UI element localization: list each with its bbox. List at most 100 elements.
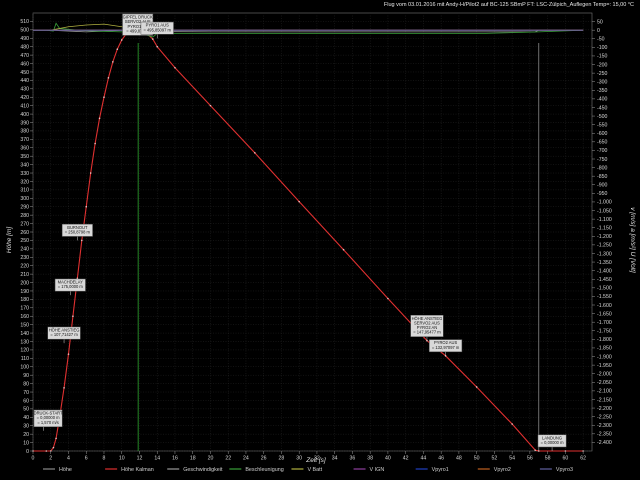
y-right-tick-label: -1.050: [597, 208, 612, 214]
y-right-tick-label: -1.200: [597, 234, 612, 240]
y-left-tick-label: 360: [20, 146, 29, 152]
x-tick-label: 8: [103, 456, 106, 462]
y-right-tick-label: -1.250: [597, 243, 612, 249]
y-right-tick-label: -50: [597, 37, 605, 43]
x-tick-label: 46: [438, 456, 444, 462]
y-left-tick-label: 470: [20, 53, 29, 59]
y-right-tick-label: -550: [597, 122, 607, 128]
y-left-tick-label: 0: [26, 449, 29, 455]
y-right-tick-label: -450: [597, 105, 607, 111]
x-tick-label: 60: [562, 456, 568, 462]
data-point: [116, 48, 119, 51]
data-point: [112, 61, 114, 63]
x-tick-label: 24: [243, 456, 249, 462]
y-left-tick-label: 320: [20, 179, 29, 185]
x-tick-label: 42: [403, 456, 409, 462]
legend-item[interactable]: Höhe Kalman: [105, 467, 154, 473]
y-left-tick-label: 110: [21, 356, 29, 362]
legend-item[interactable]: V IGN: [353, 467, 385, 473]
y-right-tick-label: -1.350: [597, 260, 612, 266]
y-right-tick-label: -600: [597, 131, 607, 137]
data-point: [209, 104, 212, 107]
grid: [32, 12, 593, 452]
y-right-tick-label: -150: [597, 54, 607, 60]
legend-label: Beschleunigung: [245, 467, 283, 473]
legend-item[interactable]: Beschleunigung: [229, 467, 284, 473]
chart-window: Flug vom 03.01.2016 mit Andy-H/Pilot2 au…: [0, 0, 640, 480]
y-left-tick-label: 430: [20, 87, 29, 93]
y-left-tick-label: 420: [20, 95, 29, 101]
y-left-tick-label: 150: [20, 322, 29, 328]
legend-item[interactable]: V Batt: [291, 467, 323, 473]
y-left-tick-label: 140: [20, 331, 29, 337]
legend-label: Vpyro3: [556, 467, 573, 473]
y-axis-label-right: v [m/s] a [m/s²] U [Volt]: [629, 207, 636, 273]
data-point: [537, 450, 540, 452]
x-tick-label: 44: [421, 456, 427, 462]
y-left-tick-label: 290: [20, 205, 29, 211]
legend-item[interactable]: Höhe: [43, 467, 72, 473]
data-point: [475, 386, 478, 388]
y-right-tick-label: -500: [597, 114, 607, 120]
y-right-tick-label: -2.200: [597, 406, 612, 412]
legend-item[interactable]: Vpyro1: [415, 467, 449, 473]
y-left-tick-label: 490: [20, 36, 29, 42]
x-tick-label: 48: [456, 456, 462, 462]
x-tick-label: 58: [545, 456, 551, 462]
data-point: [103, 96, 105, 99]
x-tick-label: 52: [492, 456, 498, 462]
legend-item[interactable]: Geschwindigkeit: [167, 467, 223, 473]
y-right-tick-label: -1.650: [597, 311, 612, 317]
y-right-tick-label: 50: [597, 19, 603, 25]
y-left-tick-label: 100: [20, 365, 29, 371]
y-right-tick-label: -2.100: [597, 389, 612, 395]
y-right-tick-label: -2.350: [597, 432, 612, 438]
data-point: [45, 450, 48, 452]
y-right-tick-label: -850: [597, 174, 607, 180]
y-left-tick-label: 60: [23, 398, 29, 404]
x-tick-label: 34: [332, 456, 338, 462]
legend-label: Höhe Kalman: [121, 467, 154, 473]
legend-label: Geschwindigkeit: [183, 467, 223, 473]
y-right-tick-label: -250: [597, 71, 607, 77]
x-tick-label: 4: [67, 456, 70, 462]
y-left-tick-label: 400: [20, 112, 29, 118]
y-right-tick-label: -2.250: [597, 414, 612, 420]
x-tick-label: 18: [190, 456, 196, 462]
y-right-tick-label: -1.450: [597, 277, 612, 283]
x-axis-label: Zeit [s]: [305, 457, 326, 464]
y-left-tick-label: 480: [20, 44, 29, 50]
data-point: [174, 66, 176, 69]
x-tick-label: 56: [527, 456, 533, 462]
data-point: [72, 315, 74, 318]
y-left-tick-label: 330: [20, 171, 29, 177]
y-left-tick-label: 350: [20, 154, 29, 160]
y-right-tick-label: -1.950: [597, 363, 612, 369]
y-left-tick-label: 30: [23, 424, 29, 430]
data-point: [81, 239, 83, 242]
y-right-tick-label: -1.300: [597, 251, 612, 257]
legend-label: Vpyro2: [494, 467, 511, 473]
y-right-tick-label: -1.700: [597, 320, 612, 326]
y-right-tick-label: -750: [597, 157, 607, 163]
y-left-tick-label: 440: [20, 78, 29, 84]
legend-item[interactable]: Vpyro3: [539, 467, 573, 473]
y-left-tick-label: 90: [23, 373, 29, 379]
y-left-tick-label: 200: [20, 280, 29, 286]
y-left-tick-label: 220: [20, 263, 29, 269]
y-right-tick-label: -950: [597, 191, 607, 197]
y-left-tick-label: 500: [20, 28, 29, 34]
y-right-tick-label: -1.750: [597, 329, 612, 335]
legend-item[interactable]: Vpyro2: [477, 467, 511, 473]
annotation-text: = 107,71427 m: [50, 332, 78, 337]
y-right-tick-label: -2.150: [597, 397, 612, 403]
y-left-tick-label: 240: [20, 247, 29, 253]
y-left-tick-label: 510: [20, 19, 29, 25]
y-left-tick-label: 170: [20, 306, 29, 312]
y-right-tick-label: -400: [597, 97, 607, 103]
y-left-tick-label: 280: [20, 213, 29, 219]
data-point: [387, 297, 389, 300]
y-left-tick-label: 50: [23, 407, 29, 413]
x-tick-label: 20: [208, 456, 214, 462]
y-left-tick-label: 130: [20, 339, 29, 345]
